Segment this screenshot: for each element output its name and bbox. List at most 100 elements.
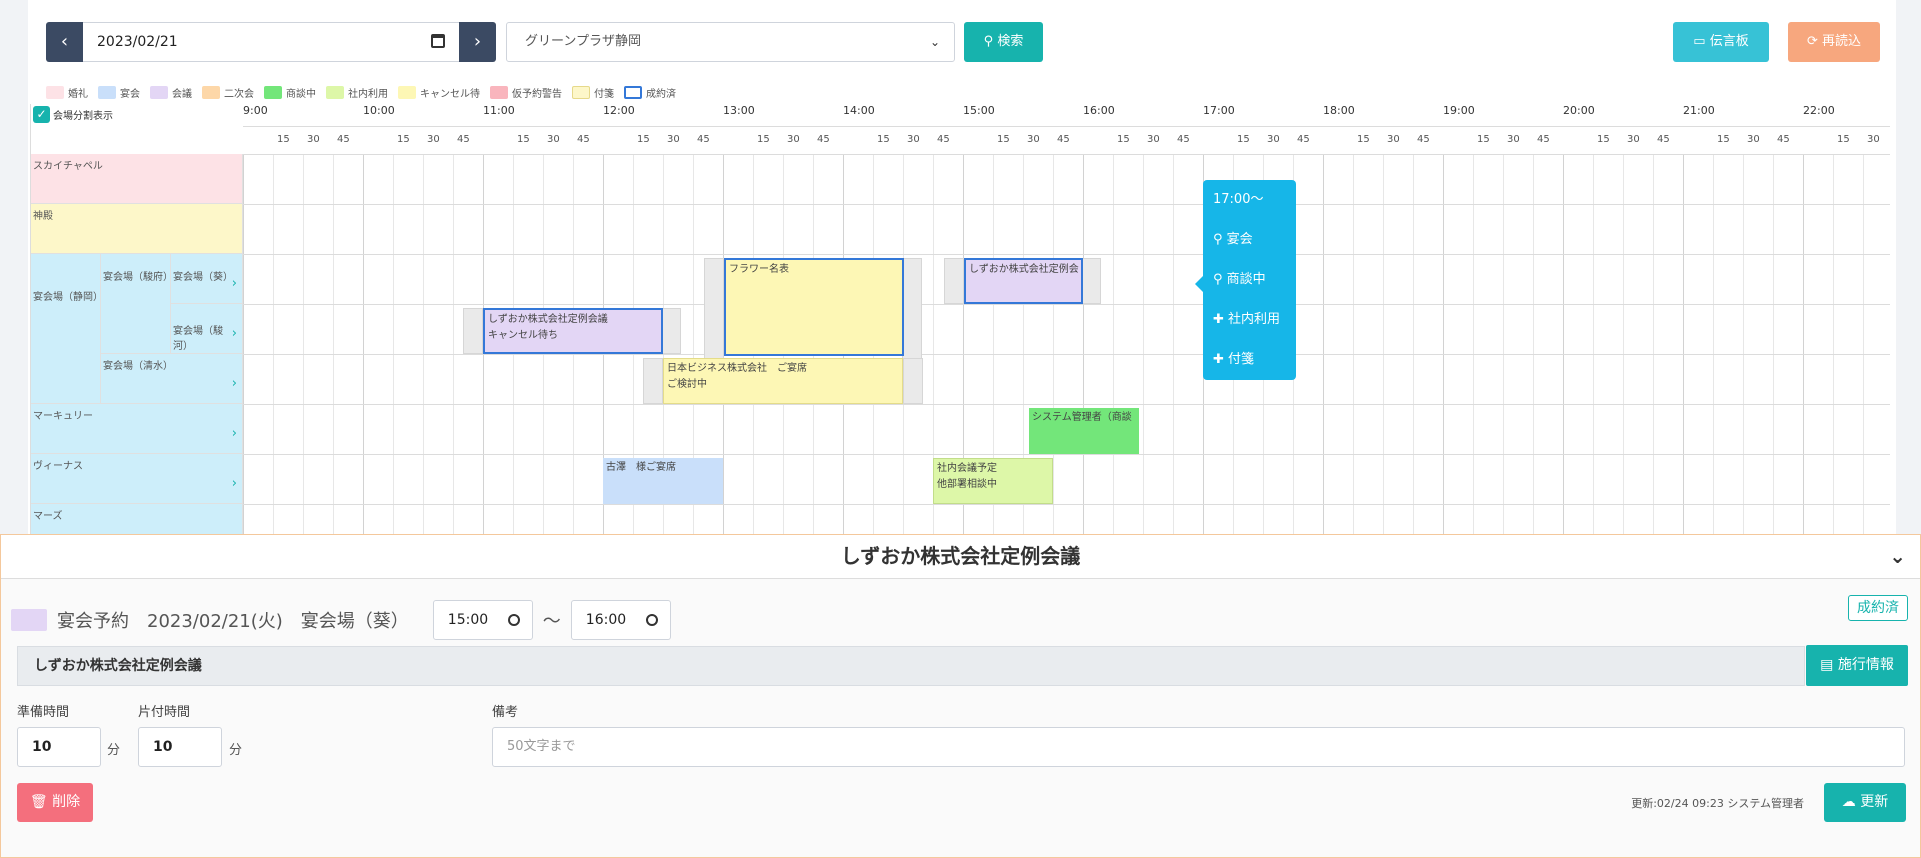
reload-button[interactable]: ⟳ 再読込 (1788, 22, 1880, 62)
grid-row-line (31, 404, 1890, 405)
event-suruga-meeting[interactable]: しずおか株式会社定例会議 キャンセル待ち (483, 308, 663, 354)
execution-info-button[interactable]: ▤ 施行情報 (1806, 645, 1908, 686)
schedule-grid: 9:00 15 30 45 10:00 15 30 45 11:00 15 30 45 12:00 15 3… (30, 104, 1890, 534)
popup-item-sticky-note[interactable]: ✚ 付箋 (1213, 350, 1286, 390)
hour-label: 20:00 (1563, 104, 1595, 117)
board-icon: ▭ (1693, 34, 1710, 49)
hour-label: 11:00 (483, 104, 515, 117)
quarter-label: 45 (1057, 134, 1070, 145)
grid-line (1533, 154, 1534, 534)
grid-row-line (31, 504, 1890, 505)
event-furusawa[interactable]: 古澤 様ご宴席 (603, 458, 723, 504)
quarter-label: 30 (1387, 134, 1400, 145)
legend-swatch (572, 85, 590, 99)
cleanup-time-input[interactable]: 10 (138, 727, 222, 767)
popup-item-banquet[interactable]: ⚲ 宴会 (1213, 230, 1286, 270)
split-display-toggle[interactable]: ✓ 会場分割表示 (33, 106, 113, 123)
grid-line (1773, 154, 1774, 534)
quarter-label: 45 (1417, 134, 1430, 145)
remarks-input[interactable]: 50文字まで (492, 727, 1905, 767)
venue-select[interactable]: グリーンプラザ静岡 ⌄ (506, 22, 955, 62)
event-system-admin[interactable]: システム管理者（商談 (1029, 408, 1139, 454)
popup-item-internal-use[interactable]: ✚ 社内利用 (1213, 310, 1286, 350)
legend-item: 宴会 (98, 84, 140, 100)
grid-line (363, 154, 364, 534)
chevron-right-icon[interactable]: › (232, 276, 237, 291)
date-input[interactable]: 2023/02/21 (83, 22, 459, 62)
clock-icon[interactable] (645, 614, 658, 626)
venue-value: グリーンプラザ静岡 (525, 34, 641, 49)
hour-label: 14:00 (843, 104, 875, 117)
hour-label: 15:00 (963, 104, 995, 117)
delete-button[interactable]: 🗑 削除 (17, 783, 93, 822)
grid-row-line (31, 254, 1890, 255)
message-board-button[interactable]: ▭ 伝言板 (1673, 22, 1769, 62)
room-banquet-shimizu[interactable]: 宴会場（清水） › (101, 354, 243, 404)
popup-item-negotiating[interactable]: ⚲ 商談中 (1213, 270, 1286, 310)
prev-day-button[interactable]: ‹ (46, 22, 83, 62)
quarter-label: 30 (1027, 134, 1040, 145)
event-name-field[interactable]: しずおか株式会社定例会議 (17, 646, 1805, 686)
end-time-input[interactable]: 16:00 (570, 600, 671, 640)
cloud-upload-icon: ☁ (1841, 794, 1861, 810)
hour-label: 22:00 (1803, 104, 1835, 117)
grid-row-line (31, 304, 1890, 305)
grid-line (1353, 154, 1354, 534)
prep-time-input[interactable]: 10 (17, 727, 101, 767)
grid-line (333, 154, 334, 534)
toolbar: ‹ 2023/02/21 › グリーンプラザ静岡 ⌄ ⚲ 検索 ▭ 伝言板 ⟳ … (46, 22, 1921, 62)
chevron-right-icon[interactable]: › (232, 426, 237, 441)
room-banquet-suruga-top: 宴会場（駿府） (101, 254, 173, 354)
chevron-right-icon[interactable]: › (232, 476, 237, 491)
legend-swatch (264, 85, 282, 99)
chevron-down-icon[interactable]: ⌄ (1889, 535, 1906, 577)
grid-line (423, 154, 424, 534)
room-mars[interactable]: マーズ (31, 504, 243, 534)
quarter-label: 15 (277, 134, 290, 145)
search-button[interactable]: ⚲ 検索 (964, 22, 1043, 62)
quarter-label: 30 (787, 134, 800, 145)
reservation-type: 宴会予約 (57, 611, 129, 632)
next-day-button[interactable]: › (459, 22, 496, 62)
plus-icon: ✚ (1213, 312, 1229, 327)
hour-label: 16:00 (1083, 104, 1115, 117)
event-internal[interactable]: 社内会議予定 他部署相談中 (933, 458, 1053, 504)
start-time-input[interactable]: 15:00 (432, 600, 533, 640)
hour-label: 12:00 (603, 104, 635, 117)
legend-item: 付箋 (572, 84, 614, 100)
grid-line (1563, 154, 1564, 534)
checkmark-icon[interactable]: ✓ (33, 106, 50, 123)
room-banquet-suruga[interactable]: 宴会場（駿河） › (171, 304, 243, 354)
grid-line (303, 154, 304, 534)
calendar-icon[interactable] (431, 34, 445, 48)
update-button[interactable]: ☁ 更新 (1824, 783, 1906, 822)
room-banquet-hall: 宴会場（静岡） (31, 254, 103, 404)
room-mercury[interactable]: マーキュリー › (31, 404, 243, 454)
grid-line (1113, 154, 1114, 534)
grid-line (1833, 154, 1834, 534)
chevron-right-icon[interactable]: › (232, 326, 237, 341)
clock-icon[interactable] (507, 614, 520, 626)
cleanup-time-label: 片付時間 (138, 705, 191, 720)
quarter-label: 30 (1267, 134, 1280, 145)
chevron-right-icon[interactable]: › (232, 376, 237, 391)
prep-unit: 分 (107, 743, 121, 758)
legend-swatch (326, 85, 344, 99)
updated-info: 更新:02/24 09:23 システム管理者 (1631, 797, 1804, 810)
quarter-label: 30 (1867, 134, 1880, 145)
room-venus[interactable]: ヴィーナス › (31, 454, 243, 504)
room-banquet-aoi[interactable]: 宴会場（葵） › (171, 254, 243, 304)
search-icon: ⚲ (1213, 232, 1227, 247)
quarter-label: 45 (1297, 134, 1310, 145)
grid-line (1443, 154, 1444, 534)
event-flower[interactable]: フラワー名表 (724, 258, 904, 356)
event-aoi-meeting[interactable]: しずおか株式会社定例会 (964, 258, 1083, 304)
search-icon: ⚲ (983, 34, 998, 49)
grid-line (243, 154, 244, 534)
grid-line (273, 154, 274, 534)
event-nihon-business[interactable]: 日本ビジネス株式会社 ご宴席 ご検討中 (663, 358, 903, 404)
legend-swatch (624, 85, 642, 99)
grid-line (1413, 154, 1414, 534)
grid-line (1593, 154, 1594, 534)
grid-row-line (243, 126, 1890, 127)
